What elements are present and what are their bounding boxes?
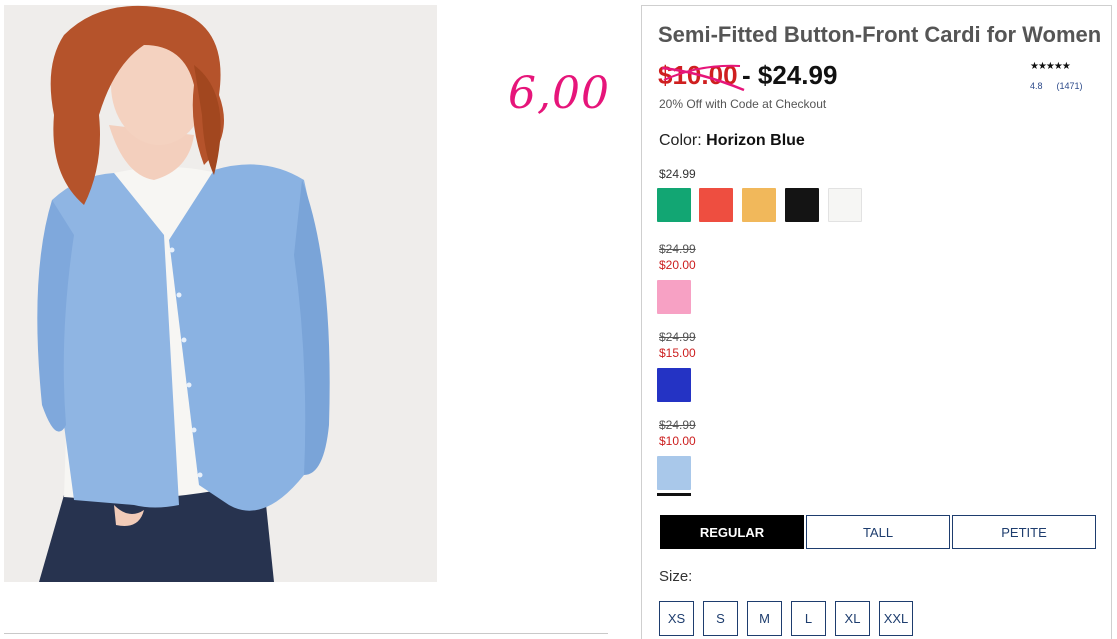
size-label: Size: (659, 568, 693, 585)
rating-numbers: 4.8 (1471) (1030, 81, 1090, 91)
was-price: $24.99 (659, 330, 696, 344)
promo-text: 20% Off with Code at Checkout (659, 97, 827, 111)
product-details-panel: Semi-Fitted Button-Front Cardi for Women… (641, 5, 1112, 639)
size-xl-button[interactable]: XL (835, 601, 870, 636)
fit-selector: REGULAR TALL PETITE (660, 515, 1096, 549)
review-count-link[interactable]: (1471) (1057, 81, 1083, 91)
model-wearing-cardigan-illustration (4, 5, 437, 582)
size-options: XS S M L XL XXL (659, 601, 922, 636)
color-swatch-horizon-blue[interactable] (657, 456, 691, 490)
size-xs-button[interactable]: XS (659, 601, 694, 636)
selected-color: Color: Horizon Blue (659, 132, 805, 150)
color-swatch-mustard[interactable] (742, 188, 776, 222)
color-swatch-green[interactable] (657, 188, 691, 222)
color-swatch-white[interactable] (828, 188, 862, 222)
star-icons: ★★★★★ (1030, 61, 1071, 72)
size-xxl-button[interactable]: XXL (879, 601, 913, 636)
product-title: Semi-Fitted Button-Front Cardi for Women (658, 22, 1102, 47)
sale-price: $15.00 (659, 346, 696, 360)
sale-price: $10.00 (659, 434, 696, 448)
fit-regular-button[interactable]: REGULAR (660, 515, 804, 549)
handwritten-price-annotation: 6,00 (508, 68, 610, 119)
price-high: $24.99 (757, 60, 838, 90)
strike-through-mark (661, 64, 745, 92)
was-price: $24.99 (659, 418, 696, 432)
color-swatch-black[interactable] (785, 188, 819, 222)
color-swatch-coral[interactable] (699, 188, 733, 222)
size-m-button[interactable]: M (747, 601, 782, 636)
price-row: $10.00 - $24.99 (658, 60, 837, 94)
was-price: $24.99 (659, 242, 696, 256)
divider (4, 633, 608, 634)
size-s-button[interactable]: S (703, 601, 738, 636)
rating[interactable]: ★★★★★ 4.8 (1471) (1030, 61, 1090, 91)
color-swatch-cobalt[interactable] (657, 368, 691, 402)
color-label: Color: (659, 132, 702, 149)
fit-tall-button[interactable]: TALL (806, 515, 950, 549)
selected-swatch-indicator (657, 493, 691, 496)
color-value: Horizon Blue (706, 132, 805, 149)
product-image[interactable] (4, 5, 437, 582)
rating-score: 4.8 (1030, 81, 1043, 91)
size-l-button[interactable]: L (791, 601, 826, 636)
color-swatch-pink[interactable] (657, 280, 691, 314)
sale-price: $20.00 (659, 258, 696, 272)
price-low: $10.00 (658, 60, 745, 92)
fit-petite-button[interactable]: PETITE (952, 515, 1096, 549)
color-group-price: $24.99 (659, 167, 696, 181)
